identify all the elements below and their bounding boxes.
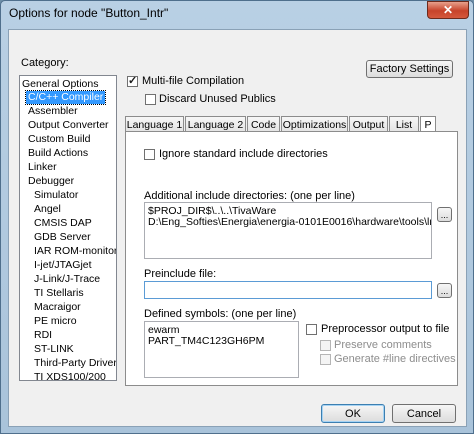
multi-file-compilation-checkbox[interactable] <box>127 74 138 87</box>
discard-unused-publics-label: Discard Unused Publics <box>159 93 276 105</box>
ok-label: OK <box>345 407 361 420</box>
cancel-button[interactable]: Cancel <box>392 404 456 423</box>
ignore-standard-include-checkbox[interactable] <box>144 149 155 160</box>
category-item-debugger[interactable]: Debugger <box>26 175 76 188</box>
category-item-angel[interactable]: Angel <box>32 203 63 216</box>
category-item-build-actions[interactable]: Build Actions <box>26 147 90 160</box>
browse-ellipsis-icon: ... <box>440 209 449 220</box>
category-item-third-party-driver[interactable]: Third-Party Driver <box>32 357 116 370</box>
category-item-assembler[interactable]: Assembler <box>26 105 80 118</box>
preinclude-file-label: Preinclude file: <box>144 268 217 280</box>
tab-optimizations[interactable]: Optimizations <box>281 116 348 132</box>
tab-preprocessor[interactable]: P <box>420 116 436 132</box>
include-directories-textarea[interactable]: $PROJ_DIR$\..\..\TivaWare D:\Eng_Softies… <box>144 202 432 259</box>
category-item-simulator[interactable]: Simulator <box>32 189 80 202</box>
category-item-i-jet[interactable]: I-jet/JTAGjet <box>32 259 94 272</box>
cancel-label: Cancel <box>406 407 442 420</box>
multi-file-compilation-label: Multi-file Compilation <box>142 75 245 87</box>
preprocessor-tab-panel: Ignore standard include directories Addi… <box>125 131 458 386</box>
close-icon: ✕ <box>442 3 454 17</box>
category-item-ti-xds[interactable]: TI XDS100/200 <box>32 371 108 380</box>
category-item-rdi[interactable]: RDI <box>32 329 54 342</box>
discard-unused-publics-checkbox[interactable] <box>145 94 156 105</box>
category-item-linker[interactable]: Linker <box>26 161 59 174</box>
defined-symbols-textarea[interactable]: ewarm PART_TM4C123GH6PM <box>144 321 299 378</box>
browse-ellipsis-icon: ... <box>440 285 449 296</box>
factory-settings-button[interactable]: Factory Settings <box>366 60 453 78</box>
defined-symbols-label: Defined symbols: (one per line) <box>144 308 297 320</box>
tab-optimizations-label: Optimizations <box>282 118 347 131</box>
tab-code-label: Code <box>250 118 277 131</box>
preserve-comments-label: Preserve comments <box>334 339 432 351</box>
preprocessor-output-label: Preprocessor output to file <box>321 323 450 335</box>
dialog-client-area: Category: General Options C/C++ Compiler… <box>8 29 467 427</box>
preinclude-file-input[interactable] <box>144 281 432 299</box>
category-item-pe-micro[interactable]: PE micro <box>32 315 79 328</box>
category-label: Category: <box>21 57 69 69</box>
tab-language-2-label: Language 2 <box>187 118 244 131</box>
tab-list[interactable]: List <box>389 116 419 132</box>
tab-preprocessor-label: P <box>424 118 432 131</box>
tab-language-1-label: Language 1 <box>126 118 183 131</box>
ignore-standard-include-label: Ignore standard include directories <box>159 148 328 160</box>
options-dialog-window: Options for node "Button_Intr" ✕ Categor… <box>0 0 474 434</box>
factory-settings-label: Factory Settings <box>369 63 450 75</box>
preinclude-file-browse-button[interactable]: ... <box>437 283 452 298</box>
category-item-output-converter[interactable]: Output Converter <box>26 119 111 132</box>
category-item-iar-rom-monitor[interactable]: IAR ROM-monitor <box>32 245 116 258</box>
generate-line-directives-checkbox[interactable] <box>320 354 331 365</box>
tab-code[interactable]: Code <box>247 116 280 132</box>
ok-button[interactable]: OK <box>321 404 385 423</box>
category-item-custom-build[interactable]: Custom Build <box>26 133 92 146</box>
preprocessor-output-checkbox[interactable] <box>306 324 317 335</box>
category-item-gdb-server[interactable]: GDB Server <box>32 231 93 244</box>
category-item-st-link[interactable]: ST-LINK <box>32 343 76 356</box>
category-item-c-compiler[interactable]: C/C++ Compiler <box>24 90 107 105</box>
category-list[interactable]: General Options C/C++ Compiler Assembler… <box>19 75 117 381</box>
tab-output[interactable]: Output <box>349 116 388 132</box>
category-item-general-options[interactable]: General Options <box>20 78 100 91</box>
window-title: Options for node "Button_Intr" <box>9 6 169 20</box>
category-item-cmsis-dap[interactable]: CMSIS DAP <box>32 217 94 230</box>
category-item-macraigor[interactable]: Macraigor <box>32 301 83 314</box>
include-directories-browse-button[interactable]: ... <box>437 207 452 222</box>
tab-language-1[interactable]: Language 1 <box>125 116 184 132</box>
generate-line-directives-label: Generate #line directives <box>334 353 456 365</box>
tab-output-label: Output <box>352 118 385 131</box>
tab-language-2[interactable]: Language 2 <box>185 116 246 132</box>
category-item-j-link[interactable]: J-Link/J-Trace <box>32 273 102 286</box>
category-item-ti-stellaris[interactable]: TI Stellaris <box>32 287 86 300</box>
title-bar[interactable]: Options for node "Button_Intr" ✕ <box>1 1 473 27</box>
tab-list-label: List <box>395 118 413 131</box>
close-button[interactable]: ✕ <box>427 1 469 19</box>
preserve-comments-checkbox[interactable] <box>320 340 331 351</box>
include-directories-label: Additional include directories: (one per… <box>144 190 355 202</box>
